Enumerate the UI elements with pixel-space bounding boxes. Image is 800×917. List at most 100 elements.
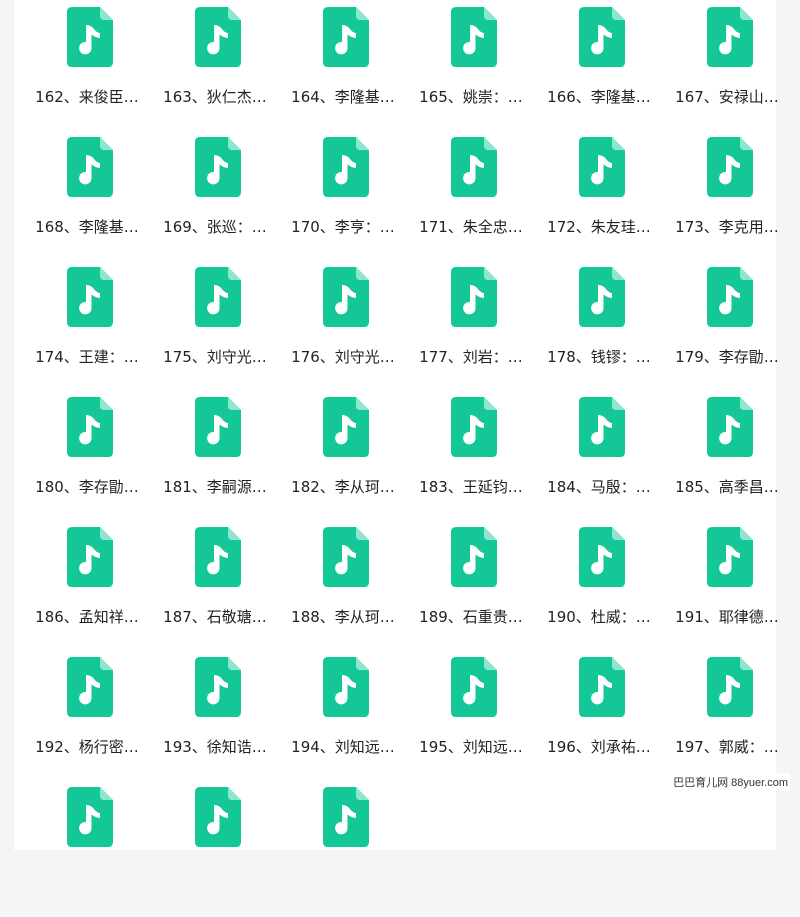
- file-name-label: 172、朱友珪…: [547, 218, 651, 236]
- file-name-label: [25, 866, 149, 888]
- file-name-label: 192、杨行密…: [35, 738, 139, 756]
- file-tile-35[interactable]: 197、郭威：…: [665, 657, 793, 787]
- file-tile-23[interactable]: 185、高季昌…: [665, 397, 793, 527]
- file-tile-7[interactable]: 169、张巡：…: [153, 137, 281, 267]
- music-file-icon: [579, 7, 625, 67]
- file-name-label: 162、来俊臣…: [35, 88, 139, 106]
- music-file-icon: [195, 527, 241, 587]
- file-tile-18[interactable]: 180、李存勖…: [25, 397, 153, 527]
- music-file-icon: [323, 7, 369, 67]
- file-name-label: 175、刘守光…: [163, 348, 267, 366]
- file-tile-16[interactable]: 178、钱镠：…: [537, 267, 665, 397]
- file-tile-13[interactable]: 175、刘守光…: [153, 267, 281, 397]
- file-tile-37[interactable]: [153, 787, 281, 917]
- file-tile-9[interactable]: 171、朱全忠…: [409, 137, 537, 267]
- music-file-icon: [579, 657, 625, 717]
- file-tile-33[interactable]: 195、刘知远…: [409, 657, 537, 787]
- file-tile-32[interactable]: 194、刘知远…: [281, 657, 409, 787]
- file-tile-34[interactable]: 196、刘承祐…: [537, 657, 665, 787]
- file-tile-2[interactable]: 164、李隆基…: [281, 7, 409, 137]
- music-file-icon: [195, 137, 241, 197]
- file-tile-1[interactable]: 163、狄仁杰…: [153, 7, 281, 137]
- music-file-icon: [451, 657, 497, 717]
- file-tile-8[interactable]: 170、李亨：…: [281, 137, 409, 267]
- music-file-icon: [579, 397, 625, 457]
- file-name-label: 165、姚崇：…: [419, 88, 523, 106]
- file-name-label: 176、刘守光…: [291, 348, 395, 366]
- file-name-label: 163、狄仁杰…: [163, 88, 267, 106]
- music-file-icon: [195, 787, 241, 847]
- file-tile-24[interactable]: 186、孟知祥…: [25, 527, 153, 657]
- file-tile-20[interactable]: 182、李从珂…: [281, 397, 409, 527]
- file-tile-36[interactable]: [25, 787, 153, 917]
- file-name-label: 173、李克用…: [675, 218, 779, 236]
- file-tile-38[interactable]: [281, 787, 409, 917]
- music-file-icon: [195, 397, 241, 457]
- music-file-icon: [323, 397, 369, 457]
- file-tile-29[interactable]: 191、耶律德…: [665, 527, 793, 657]
- file-tile-17[interactable]: 179、李存勖…: [665, 267, 793, 397]
- file-tile-21[interactable]: 183、王延钧…: [409, 397, 537, 527]
- music-file-icon: [67, 267, 113, 327]
- music-file-icon: [707, 7, 753, 67]
- file-name-label: 168、李隆基…: [35, 218, 139, 236]
- file-name-label: 177、刘岩：…: [419, 348, 523, 366]
- music-file-icon: [451, 267, 497, 327]
- file-tile-28[interactable]: 190、杜威：…: [537, 527, 665, 657]
- file-tile-0[interactable]: 162、来俊臣…: [25, 7, 153, 137]
- file-name-label: 171、朱全忠…: [419, 218, 523, 236]
- music-file-icon: [451, 527, 497, 587]
- music-file-icon: [67, 7, 113, 67]
- file-tile-31[interactable]: 193、徐知诰…: [153, 657, 281, 787]
- file-tile-4[interactable]: 166、李隆基…: [537, 7, 665, 137]
- music-file-icon: [451, 137, 497, 197]
- music-file-icon: [579, 137, 625, 197]
- file-tile-11[interactable]: 173、李克用…: [665, 137, 793, 267]
- file-name-label: 180、李存勖…: [35, 478, 139, 496]
- music-file-icon: [707, 397, 753, 457]
- file-name-label: 187、石敬瑭…: [163, 608, 267, 626]
- file-tile-15[interactable]: 177、刘岩：…: [409, 267, 537, 397]
- file-name-label: 166、李隆基…: [547, 88, 651, 106]
- file-name-label: 190、杜威：…: [547, 608, 651, 626]
- file-tile-26[interactable]: 188、李从珂…: [281, 527, 409, 657]
- file-name-label: 191、耶律德…: [675, 608, 779, 626]
- music-file-icon: [67, 787, 113, 847]
- file-tile-27[interactable]: 189、石重贵…: [409, 527, 537, 657]
- file-list-panel: 162、来俊臣… 163、狄仁杰… 164、李隆基… 165、姚崇：… 166、…: [14, 0, 779, 850]
- file-tile-22[interactable]: 184、马殷：…: [537, 397, 665, 527]
- site-watermark: 巴巴育儿网 88yuer.com: [671, 773, 790, 791]
- file-name-label: 181、李嗣源…: [163, 478, 267, 496]
- music-file-icon: [579, 527, 625, 587]
- file-tile-19[interactable]: 181、李嗣源…: [153, 397, 281, 527]
- file-name-label: 174、王建：…: [35, 348, 139, 366]
- music-file-icon: [67, 397, 113, 457]
- music-file-icon: [323, 137, 369, 197]
- file-name-label: 186、孟知祥…: [35, 608, 139, 626]
- music-file-icon: [707, 267, 753, 327]
- file-name-label: [281, 866, 405, 888]
- music-file-icon: [195, 267, 241, 327]
- file-tile-30[interactable]: 192、杨行密…: [25, 657, 153, 787]
- file-tile-5[interactable]: 167、安禄山…: [665, 7, 793, 137]
- file-name-label: 193、徐知诰…: [163, 738, 267, 756]
- file-tile-10[interactable]: 172、朱友珪…: [537, 137, 665, 267]
- file-name-label: 170、李亨：…: [291, 218, 395, 236]
- file-name-label: 197、郭威：…: [675, 738, 779, 756]
- music-file-icon: [323, 267, 369, 327]
- file-name-label: 179、李存勖…: [675, 348, 779, 366]
- file-name-label: 194、刘知远…: [291, 738, 395, 756]
- file-name-label: 188、李从珂…: [291, 608, 395, 626]
- file-tile-12[interactable]: 174、王建：…: [25, 267, 153, 397]
- music-file-icon: [195, 7, 241, 67]
- music-file-icon: [195, 657, 241, 717]
- music-file-icon: [323, 527, 369, 587]
- file-name-label: 195、刘知远…: [419, 738, 523, 756]
- file-tile-14[interactable]: 176、刘守光…: [281, 267, 409, 397]
- file-tile-3[interactable]: 165、姚崇：…: [409, 7, 537, 137]
- file-tile-6[interactable]: 168、李隆基…: [25, 137, 153, 267]
- file-name-label: 185、高季昌…: [675, 478, 779, 496]
- file-name-label: 169、张巡：…: [163, 218, 267, 236]
- file-tile-25[interactable]: 187、石敬瑭…: [153, 527, 281, 657]
- file-name-label: [153, 866, 277, 888]
